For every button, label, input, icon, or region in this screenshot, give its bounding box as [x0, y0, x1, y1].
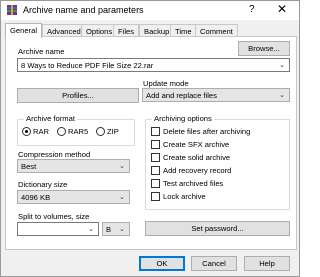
update-mode-value[interactable]: Add and replace files [146, 91, 217, 100]
checkbox-delete-files[interactable]: Delete files after archiving [151, 127, 250, 136]
archiving-options-label: Archiving options [152, 114, 214, 123]
radio-unselected-icon[interactable] [96, 127, 105, 136]
ok-button[interactable]: OK [139, 256, 185, 271]
radio-selected-icon[interactable] [22, 127, 31, 136]
radio-zip-label: ZIP [107, 127, 119, 136]
set-password-button[interactable]: Set password... [145, 221, 290, 236]
split-unit-select[interactable]: B ⌄ [102, 222, 130, 236]
checkbox-icon[interactable] [151, 140, 160, 149]
radio-rar-label: RAR [33, 127, 50, 136]
dictionary-size-select[interactable]: 4096 KB ⌄ [17, 190, 130, 204]
chevron-down-icon[interactable]: ⌄ [279, 89, 285, 101]
chevron-down-icon[interactable]: ⌄ [279, 59, 285, 71]
checkbox-label: Test archived files [163, 179, 224, 188]
dictionary-size-value[interactable]: 4096 KB [21, 193, 50, 202]
checkbox-label: Delete files after archiving [163, 127, 251, 136]
title-bar: Archive name and parameters ? ✕ [1, 1, 299, 20]
radio-unselected-icon[interactable] [57, 127, 66, 136]
checkbox-icon[interactable] [151, 166, 160, 175]
winrar-app-icon [7, 5, 17, 15]
checkbox-label: Create SFX archive [163, 140, 230, 149]
checkbox-label: Add recovery record [163, 166, 232, 175]
checkbox-test-files[interactable]: Test archived files [151, 179, 223, 188]
archive-format-group: Archive format RAR RAR5 ZIP [17, 114, 135, 146]
tab-strip: General Advanced Options Files Backup Ti… [5, 23, 297, 38]
compression-method-value[interactable]: Best [21, 162, 36, 171]
profiles-button[interactable]: Profiles... [17, 88, 139, 103]
archive-name-combobox[interactable]: 8 Ways to Reduce PDF File Size 22.rar ⌄ [17, 58, 290, 72]
general-tab-panel: Archive name Browse... 8 Ways to Reduce … [5, 36, 297, 250]
radio-rar5-label: RAR5 [68, 127, 89, 136]
help-button[interactable]: Help [244, 256, 290, 271]
split-unit-value[interactable]: B [106, 225, 111, 234]
chevron-down-icon[interactable]: ⌄ [119, 191, 125, 203]
checkbox-lock-archive[interactable]: Lock archive [151, 192, 206, 201]
compression-method-select[interactable]: Best ⌄ [17, 159, 130, 173]
checkbox-icon[interactable] [151, 192, 160, 201]
checkbox-create-solid[interactable]: Create solid archive [151, 153, 230, 162]
radio-zip[interactable]: ZIP [96, 127, 119, 136]
checkbox-icon[interactable] [151, 127, 160, 136]
close-icon[interactable]: ✕ [277, 2, 287, 16]
compression-method-label: Compression method [18, 150, 91, 159]
checkbox-label: Lock archive [163, 192, 206, 201]
archiving-options-group: Archiving options Delete files after arc… [145, 114, 290, 210]
checkbox-recovery-record[interactable]: Add recovery record [151, 166, 231, 175]
archive-name-label: Archive name [18, 47, 65, 56]
checkbox-create-sfx[interactable]: Create SFX archive [151, 140, 229, 149]
split-volumes-label: Split to volumes, size [18, 212, 90, 221]
checkbox-icon[interactable] [151, 153, 160, 162]
update-mode-label: Update mode [143, 79, 189, 88]
chevron-down-icon[interactable]: ⌄ [119, 160, 125, 172]
help-title-button[interactable]: ? [249, 4, 255, 15]
split-volumes-combobox[interactable]: ⌄ [17, 222, 99, 236]
archive-name-value[interactable]: 8 Ways to Reduce PDF File Size 22.rar [21, 61, 153, 70]
chevron-down-icon[interactable]: ⌄ [119, 223, 125, 235]
dictionary-size-label: Dictionary size [18, 180, 68, 189]
cancel-button[interactable]: Cancel [191, 256, 237, 271]
update-mode-select[interactable]: Add and replace files ⌄ [142, 88, 290, 102]
dialog-window: Archive name and parameters ? ✕ General … [0, 0, 300, 277]
window-title: Archive name and parameters [23, 5, 144, 15]
radio-rar[interactable]: RAR [22, 127, 49, 136]
archive-format-label: Archive format [24, 114, 77, 123]
browse-button[interactable]: Browse... [238, 41, 290, 56]
checkbox-icon[interactable] [151, 179, 160, 188]
radio-rar5[interactable]: RAR5 [57, 127, 88, 136]
tab-general[interactable]: General [5, 23, 43, 38]
chevron-down-icon[interactable]: ⌄ [88, 223, 94, 235]
checkbox-label: Create solid archive [163, 153, 231, 162]
